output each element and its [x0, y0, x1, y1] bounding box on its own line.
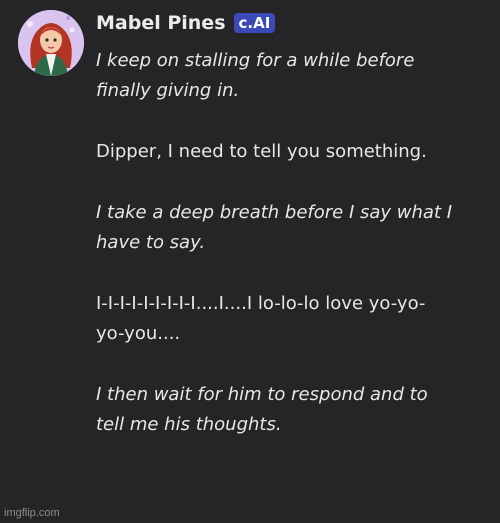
message-header: Mabel Pines c.AI [96, 10, 276, 36]
message-body: I keep on stalling for a while before fi… [96, 46, 488, 471]
character-avatar[interactable] [18, 10, 84, 76]
message-paragraph-1: I keep on stalling for a while before fi… [96, 50, 415, 101]
message-paragraph-3: I take a deep breath before I say what I… [96, 202, 453, 253]
message-paragraph-4: I-I-I-I-I-I-I-I-I....I....I lo-lo-lo lov… [96, 293, 426, 344]
imgflip-watermark: imgflip.com [4, 507, 60, 519]
character-name[interactable]: Mabel Pines [96, 12, 226, 34]
avatar-image [18, 10, 84, 76]
message-paragraph-5: I then wait for him to respond and to te… [96, 384, 428, 435]
cai-badge: c.AI [233, 13, 276, 33]
message-paragraph-2: Dipper, I need to tell you something. [96, 141, 427, 162]
